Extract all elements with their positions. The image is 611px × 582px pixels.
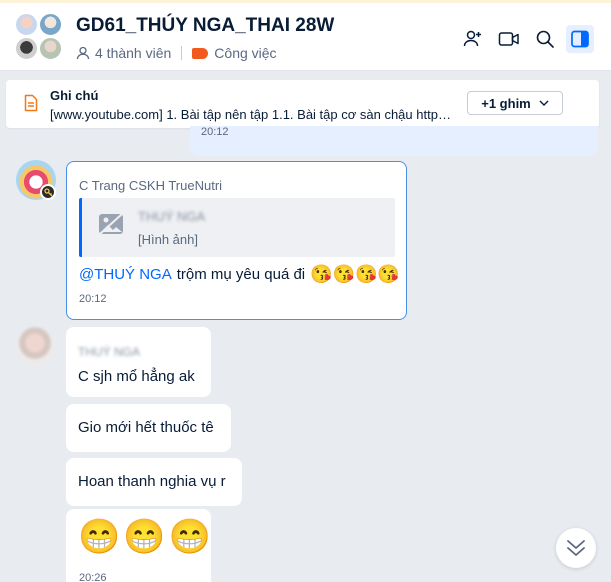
message-time: 20:26 [79, 572, 107, 582]
reply-body: @THUÝ NGA trộm mụ yêu quá đi 😘😘😘😘 [79, 265, 400, 283]
search-button[interactable] [531, 25, 559, 53]
message-time: 20:12 [79, 293, 107, 305]
conversation-meta: 4 thành viên Công việc [76, 45, 277, 61]
reply-message[interactable]: C Trang CSKH TrueNutri THUÝ NGA [Hình ản… [66, 161, 407, 320]
member-avatar [14, 36, 39, 61]
conversation-title[interactable]: GD61_THÚY NGA_THAI 28W [76, 15, 334, 37]
message-bubble[interactable]: 😁😁😁 20:26 [66, 509, 211, 582]
more-pins-button[interactable]: +1 ghim [467, 91, 563, 115]
sidebar-toggle-icon [571, 30, 589, 48]
sender-name: C Trang CSKH TrueNutri [79, 178, 223, 193]
note-doc-icon [24, 94, 38, 112]
member-avatar [14, 12, 39, 37]
previous-message-bubble[interactable] [190, 126, 598, 156]
quoted-sender: THUÝ NGA [138, 209, 206, 224]
chat-header: GD61_THÚY NGA_THAI 28W 4 thành viên Công… [0, 3, 611, 71]
label-tag-icon [192, 47, 209, 59]
reply-text: trộm mụ yêu quá đi [176, 265, 306, 283]
video-call-button[interactable] [495, 25, 523, 53]
pinned-text[interactable]: [www.youtube.com] 1. Bài tập nên tập 1.1… [50, 107, 454, 122]
member-avatar [38, 36, 63, 61]
search-icon [536, 30, 554, 48]
more-pins-label: +1 ghim [481, 95, 531, 111]
pinned-note-bar[interactable]: Ghi chú [www.youtube.com] 1. Bài tập nên… [6, 80, 599, 128]
sender-name: THUÝ NGA [78, 345, 141, 359]
meta-divider [181, 46, 183, 60]
image-icon [99, 213, 123, 235]
mention-link[interactable]: @THUÝ NGA [79, 266, 172, 283]
kiss-emoji: 😘😘😘😘 [310, 264, 400, 284]
conversation-label[interactable]: Công việc [214, 45, 276, 61]
member-count[interactable]: 4 thành viên [95, 45, 171, 61]
chevron-double-down-icon [567, 540, 585, 556]
members-icon [76, 46, 90, 60]
chevron-down-icon [539, 100, 549, 106]
pinned-title: Ghi chú [50, 88, 99, 103]
group-avatar[interactable] [14, 12, 66, 64]
sender-avatar[interactable] [15, 327, 55, 367]
add-member-button[interactable] [459, 25, 487, 53]
message-text: Hoan thanh nghia vụ r [78, 473, 226, 490]
video-call-icon [498, 32, 519, 46]
message-bubble[interactable]: THUÝ NGA C sjh mổ hẳng ak [66, 327, 211, 397]
scroll-to-bottom-button[interactable] [556, 528, 596, 568]
message-bubble[interactable]: Gio mới hết thuốc tê [66, 404, 231, 452]
sidebar-toggle-button[interactable] [566, 25, 594, 53]
message-text: Gio mới hết thuốc tê [78, 419, 214, 436]
grin-emoji: 😁😁😁 [78, 518, 215, 556]
message-time: 20:12 [201, 126, 229, 138]
add-member-icon [463, 30, 481, 47]
quoted-type: [Hình ảnh] [138, 232, 198, 247]
message-bubble[interactable]: Hoan thanh nghia vụ r [66, 458, 242, 506]
message-text: C sjh mổ hẳng ak [78, 368, 195, 385]
quoted-message[interactable]: THUÝ NGA [Hình ảnh] [79, 198, 395, 257]
key-icon [40, 184, 56, 200]
member-avatar [38, 12, 63, 37]
